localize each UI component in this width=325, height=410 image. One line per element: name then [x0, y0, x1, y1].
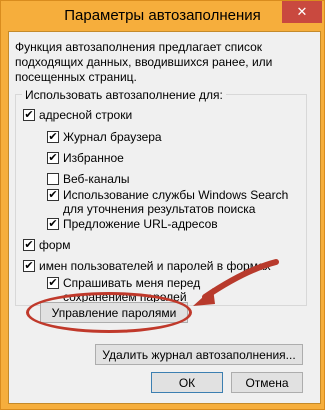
check-icon: ✔ — [48, 277, 58, 289]
browser-history-option[interactable]: ✔ Журнал браузера — [47, 130, 162, 144]
close-button[interactable]: ✕ — [282, 1, 322, 23]
web-feeds-checkbox[interactable] — [47, 173, 59, 185]
address-bar-checkbox[interactable]: ✔ — [23, 109, 35, 121]
windows-search-checkbox[interactable]: ✔ — [47, 189, 59, 201]
windows-search-label: Использование службы Windows Search для … — [63, 188, 289, 216]
favorites-checkbox[interactable]: ✔ — [47, 152, 59, 164]
browser-history-checkbox[interactable]: ✔ — [47, 131, 59, 143]
dialog-window: Параметры автозаполнения ✕ Функция автоз… — [0, 0, 325, 410]
check-icon: ✔ — [24, 260, 34, 272]
web-feeds-label: Веб-каналы — [63, 172, 130, 186]
group-label: Использовать автозаполнение для: — [22, 88, 226, 102]
window-title: Параметры автозаполнения — [64, 7, 261, 24]
check-icon: ✔ — [48, 189, 58, 201]
forms-checkbox[interactable]: ✔ — [23, 239, 35, 251]
favorites-option[interactable]: ✔ Избранное — [47, 151, 124, 165]
usernames-passwords-option[interactable]: ✔ имен пользователей и паролей в формах — [23, 259, 271, 273]
url-suggestions-option[interactable]: ✔ Предложение URL-адресов — [47, 217, 218, 231]
url-suggestions-checkbox[interactable]: ✔ — [47, 218, 59, 230]
cancel-button[interactable]: Отмена — [231, 372, 303, 393]
address-bar-label: адресной строки — [39, 108, 133, 122]
address-bar-option[interactable]: ✔ адресной строки — [23, 108, 132, 122]
close-icon: ✕ — [296, 4, 308, 19]
check-icon: ✔ — [48, 218, 58, 230]
check-icon: ✔ — [24, 109, 34, 121]
ok-button[interactable]: ОК — [151, 372, 223, 393]
ask-before-saving-checkbox[interactable]: ✔ — [47, 277, 59, 289]
windows-search-option[interactable]: ✔ Использование службы Windows Search дл… — [47, 188, 299, 216]
url-suggestions-label: Предложение URL-адресов — [63, 217, 218, 231]
forms-option[interactable]: ✔ форм — [23, 238, 70, 252]
annotation-highlight-ellipse — [26, 292, 192, 333]
check-icon: ✔ — [48, 152, 58, 164]
favorites-label: Избранное — [63, 151, 124, 165]
browser-history-label: Журнал браузера — [63, 130, 162, 144]
usernames-passwords-label: имен пользователей и паролей в формах — [39, 259, 271, 273]
dialog-client-area: Функция автозаполнения предлагает список… — [8, 31, 321, 404]
usernames-passwords-checkbox[interactable]: ✔ — [23, 260, 35, 272]
check-icon: ✔ — [24, 239, 34, 251]
description-text: Функция автозаполнения предлагает список… — [15, 40, 273, 84]
web-feeds-option[interactable]: Веб-каналы — [47, 172, 130, 186]
delete-autocomplete-history-button[interactable]: Удалить журнал автозаполнения... — [95, 344, 303, 365]
check-icon: ✔ — [48, 131, 58, 143]
forms-label: форм — [39, 238, 71, 252]
